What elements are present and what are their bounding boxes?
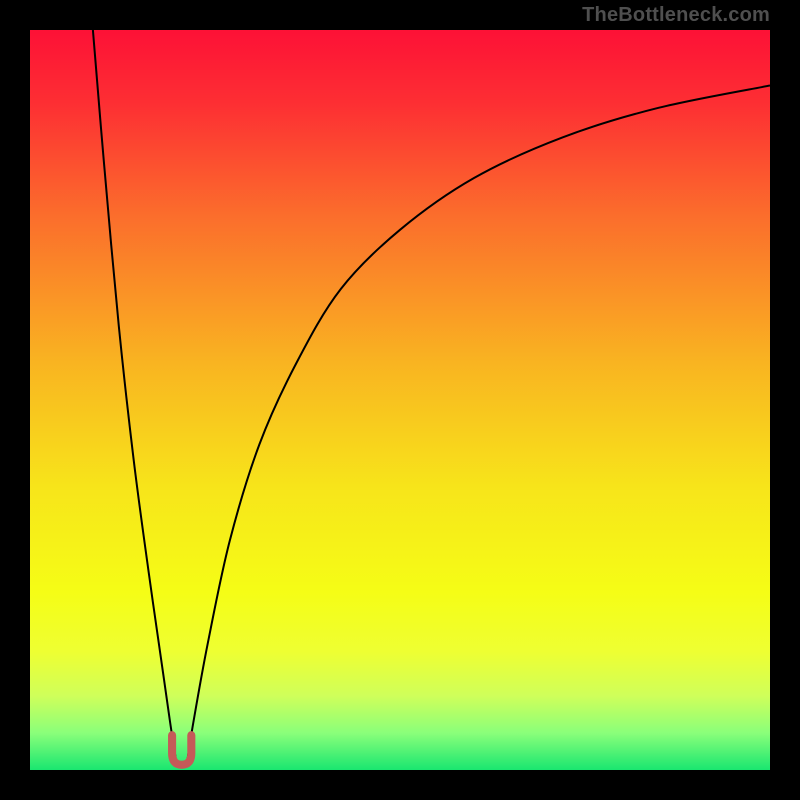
chart-frame [0,0,800,800]
plot-area [30,30,770,770]
optimal-marker [172,735,191,765]
bottleneck-curve [30,30,770,770]
curve-right-branch [188,86,770,759]
watermark-text: TheBottleneck.com [582,4,770,27]
curve-left-branch [93,30,176,759]
